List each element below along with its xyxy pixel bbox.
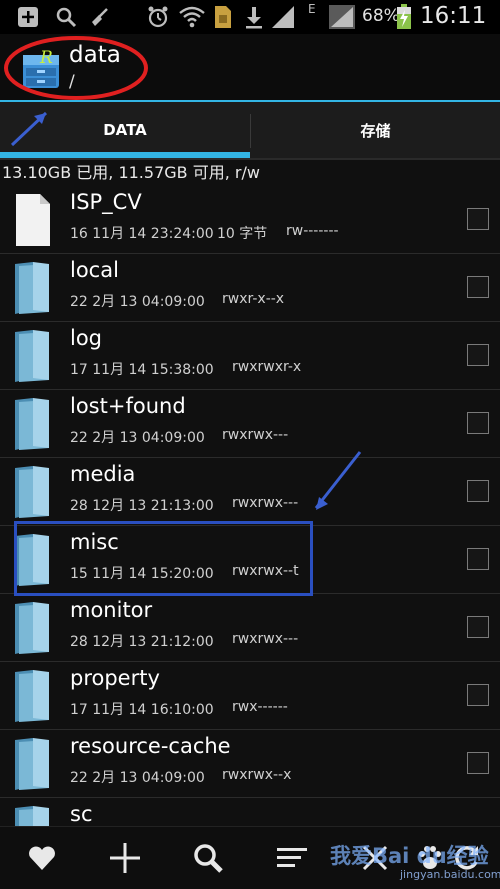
battery-charging-icon (392, 0, 416, 34)
list-item[interactable]: lost+found 22 2月 13 04:09:00 rwxrwx--- (0, 390, 500, 458)
select-checkbox[interactable] (467, 480, 489, 502)
wifi-icon (178, 0, 206, 34)
tab-storage[interactable]: 存储 (251, 102, 500, 158)
root-explorer-app-icon[interactable]: R (22, 45, 60, 89)
file-permissions: rwx------ (232, 699, 288, 715)
file-name: local (70, 258, 119, 282)
select-checkbox[interactable] (467, 412, 489, 434)
heart-icon[interactable] (12, 827, 72, 889)
file-date: 22 2月 13 04:09:00 (70, 294, 205, 310)
file-name: resource-cache (70, 734, 231, 758)
file-name: ISP_CV (70, 190, 142, 214)
file-permissions: rwxrwx--- (222, 427, 289, 443)
list-item[interactable]: log 17 11月 14 15:38:00 rwxrwxr-x (0, 322, 500, 390)
sort-menu-icon[interactable] (262, 827, 322, 889)
sim-card-icon (210, 0, 236, 34)
list-item[interactable]: local 22 2月 13 04:09:00 rwxr-x--x (0, 254, 500, 322)
cleaner-broom-icon (86, 0, 114, 34)
tab-bar: DATA 存储 (0, 100, 500, 160)
folder-icon (15, 262, 49, 314)
folder-icon (15, 330, 49, 382)
status-bar: E 68% 16:11 (0, 0, 500, 34)
list-item[interactable]: sc (0, 798, 500, 826)
list-item[interactable]: property 17 11月 14 16:10:00 rwx------ (0, 662, 500, 730)
folder-icon (15, 398, 49, 450)
list-item[interactable]: resource-cache 22 2月 13 04:09:00 rwxrwx-… (0, 730, 500, 798)
file-name: property (70, 666, 160, 690)
add-icon[interactable] (95, 827, 155, 889)
file-date: 15 11月 14 15:20:00 (70, 566, 214, 582)
file-permissions: rwxr-x--x (222, 291, 285, 307)
select-checkbox[interactable] (467, 548, 489, 570)
folder-icon (15, 738, 49, 790)
file-date: 17 11月 14 15:38:00 (70, 362, 214, 378)
network-type-label: E (308, 2, 316, 16)
file-icon (16, 194, 50, 246)
folder-icon (15, 806, 49, 826)
folder-icon (15, 534, 49, 586)
page-title: data (69, 42, 121, 68)
baidu-watermark: 我爱Bai du经验 (330, 844, 489, 868)
folder-icon (15, 466, 49, 518)
file-date: 16 11月 14 23:24:00 (70, 226, 214, 242)
file-permissions: rwxrwxr-x (232, 359, 302, 375)
file-name: monitor (70, 598, 153, 622)
file-size: 10 字节 (217, 226, 268, 242)
alarm-clock-icon (144, 0, 172, 34)
select-checkbox[interactable] (467, 208, 489, 230)
list-item[interactable]: misc 15 11月 14 15:20:00 rwxrwx--t (0, 526, 500, 594)
file-name: lost+found (70, 394, 186, 418)
list-item[interactable]: monitor 28 12月 13 21:12:00 rwxrwx--- (0, 594, 500, 662)
signal-strength-icon (268, 0, 298, 34)
file-date: 17 11月 14 16:10:00 (70, 702, 214, 718)
list-item[interactable]: media 28 12月 13 21:13:00 rwxrwx--- (0, 458, 500, 526)
file-date: 28 12月 13 21:12:00 (70, 634, 214, 650)
search-icon[interactable] (178, 827, 238, 889)
file-name: log (70, 326, 103, 350)
list-item[interactable]: ISP_CV 16 11月 14 23:24:00 10 字节 rw------… (0, 186, 500, 254)
file-permissions: rwxrwx--- (232, 495, 299, 511)
file-permissions: rwxrwx--x (222, 767, 292, 783)
select-checkbox[interactable] (467, 752, 489, 774)
file-date: 22 2月 13 04:09:00 (70, 430, 205, 446)
download-icon (240, 0, 268, 34)
file-date: 28 12月 13 21:13:00 (70, 498, 214, 514)
select-checkbox[interactable] (467, 344, 489, 366)
file-name: misc (70, 530, 119, 554)
select-checkbox[interactable] (467, 684, 489, 706)
select-checkbox[interactable] (467, 616, 489, 638)
current-path: / (69, 72, 75, 92)
select-checkbox[interactable] (467, 276, 489, 298)
storage-info: 13.10GB 已用, 11.57GB 可用, r/w (2, 163, 260, 182)
svg-text:R: R (39, 48, 53, 68)
file-list: ISP_CV 16 11月 14 23:24:00 10 字节 rw------… (0, 186, 500, 826)
clock-time: 16:11 (420, 3, 487, 29)
file-permissions: rw------- (286, 223, 339, 239)
search-status-icon (52, 0, 80, 34)
folder-icon (15, 602, 49, 654)
tab-data[interactable]: DATA (0, 102, 250, 158)
file-date: 22 2月 13 04:09:00 (70, 770, 205, 786)
folder-icon (15, 670, 49, 722)
signal-strength-2-icon (326, 0, 358, 34)
file-name: media (70, 462, 136, 486)
baidu-watermark-url: jingyan.baidu.com (400, 868, 500, 881)
file-permissions: rwxrwx--- (232, 631, 299, 647)
file-name: sc (70, 802, 93, 826)
add-notification-icon (14, 0, 42, 34)
file-permissions: rwxrwx--t (232, 563, 299, 579)
